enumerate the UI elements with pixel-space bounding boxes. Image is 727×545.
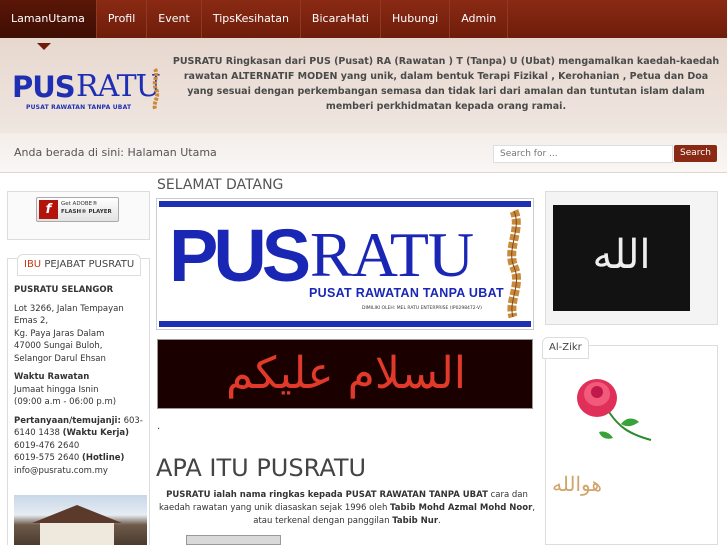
email-link[interactable]: info@pusratu.com.my [14,465,148,478]
huwallah-calligraphy: هوالله [552,472,602,496]
address-line: 47000 Sungai Buloh, [14,341,103,351]
active-nav-caret-icon [37,43,51,50]
nav-item-lamanutama[interactable]: LamanUtama [0,0,97,38]
address-line: Selangor Darul Ehsan [14,353,106,364]
office-details: PUSRATU SELANGOR Lot 3266, Jalan Tempaya… [14,284,148,477]
search-input[interactable] [493,145,673,163]
house-roof-shape [32,505,122,523]
flash-line1: Get ADOBE® [61,201,98,207]
address-line: Lot 3266, Jalan Tempayan [14,303,124,314]
para-text-3: . [438,516,441,526]
dot-text: . [157,421,161,432]
hours-label: Waktu Rawatan [14,372,90,382]
main-nav: LamanUtama Profil Event TipsKesihatan Bi… [0,0,727,38]
nav-item-tipskesihatan[interactable]: TipsKesihatan [202,0,301,38]
breadcrumb: Anda berada di sini: Halaman Utama [14,146,217,159]
banner-top-bar [159,201,531,207]
hours-line: Jumaat hingga Isnin [14,384,99,395]
office-title-ibu: IBU [24,259,42,270]
get-flash-player-button[interactable]: f Get ADOBE® FLASH® PLAYER [36,197,119,222]
phone-2: 6019-476 2640 [14,440,80,451]
house-wall-shape [40,523,114,545]
office-name: PUSRATU SELANGOR [14,285,114,295]
phone-3-note: (Hotline) [81,453,125,463]
search-button[interactable]: Search [674,145,717,162]
rose-icon [577,379,652,441]
flash-icon: f [39,200,58,219]
salam-text: السلام عليكم [225,348,467,399]
para-bold-2: Tabib Mohd Azmal Mohd Noor [390,503,533,513]
logo-ratu-text: RATU [76,69,161,104]
para-bold-1: PUSRATU ialah nama ringkas kepada PUSAT … [166,490,488,500]
banner-bottom-bar [159,321,531,327]
banner-owner-text: DIMILIKI OLEH: MEL RATU ENTERPRISE (IP02… [362,306,482,311]
allah-muhammad-calligraphy-image: الله محمد [553,205,690,311]
office-photo [14,495,147,545]
contact-label: Pertanyaan/temujanji: [14,415,121,426]
zikr-widget-title: Al-Zikr [542,337,589,359]
nav-item-event[interactable]: Event [147,0,202,38]
nav-item-profil[interactable]: Profil [97,0,148,38]
phone-1-note: (Waktu Kerja) [62,428,130,438]
intro-paragraph: PUSRATU ialah nama ringkas kepada PUSAT … [157,489,537,528]
office-widget-title: IBU PEJABAT PUSRATU [17,254,142,276]
logo-pus-text: PUS [12,70,76,104]
phone-3: 6019-575 2640 [14,453,80,463]
banner-tagline: PUSAT RAWATAN TANPA UBAT [309,286,504,300]
nav-item-hubungi[interactable]: Hubungi [381,0,451,38]
founder-photo [186,535,281,545]
site-logo[interactable]: PUS RATU PUSAT RAWATAN TANPA UBAT [12,68,162,116]
address-line: Kg. Paya Jaras Dalam [14,328,105,339]
flash-line2: FLASH® PLAYER [61,209,112,215]
address-line: Emas 2, [14,316,49,326]
banner-spine-icon [507,209,522,319]
banner-pus-text: PUS [169,214,311,297]
office-title-rest: PEJABAT PUSRATU [41,259,135,270]
logo-tagline: PUSAT RAWATAN TANPA UBAT [26,104,132,111]
para-bold-3: Tabib Nur [392,516,439,526]
salam-calligraphy-image: السلام عليكم [157,339,533,409]
page-title: SELAMAT DATANG [157,177,284,193]
header-description: PUSRATU Ringkasan dari PUS (Pusat) RA (R… [172,56,720,112]
nav-item-admin[interactable]: Admin [450,0,509,38]
section-heading: APA ITU PUSRATU [156,454,367,482]
calligraphy-text: الله محمد [576,232,667,311]
spine-icon [152,68,160,110]
nav-item-bicarahati[interactable]: BicaraHati [301,0,381,38]
pusratu-banner-image: PUS RATU PUSAT RAWATAN TANPA UBAT DIMILI… [156,198,534,330]
banner-ratu-text: RATU [310,219,474,290]
hours-line: (09:00 a.m - 06:00 p.m) [14,397,117,407]
